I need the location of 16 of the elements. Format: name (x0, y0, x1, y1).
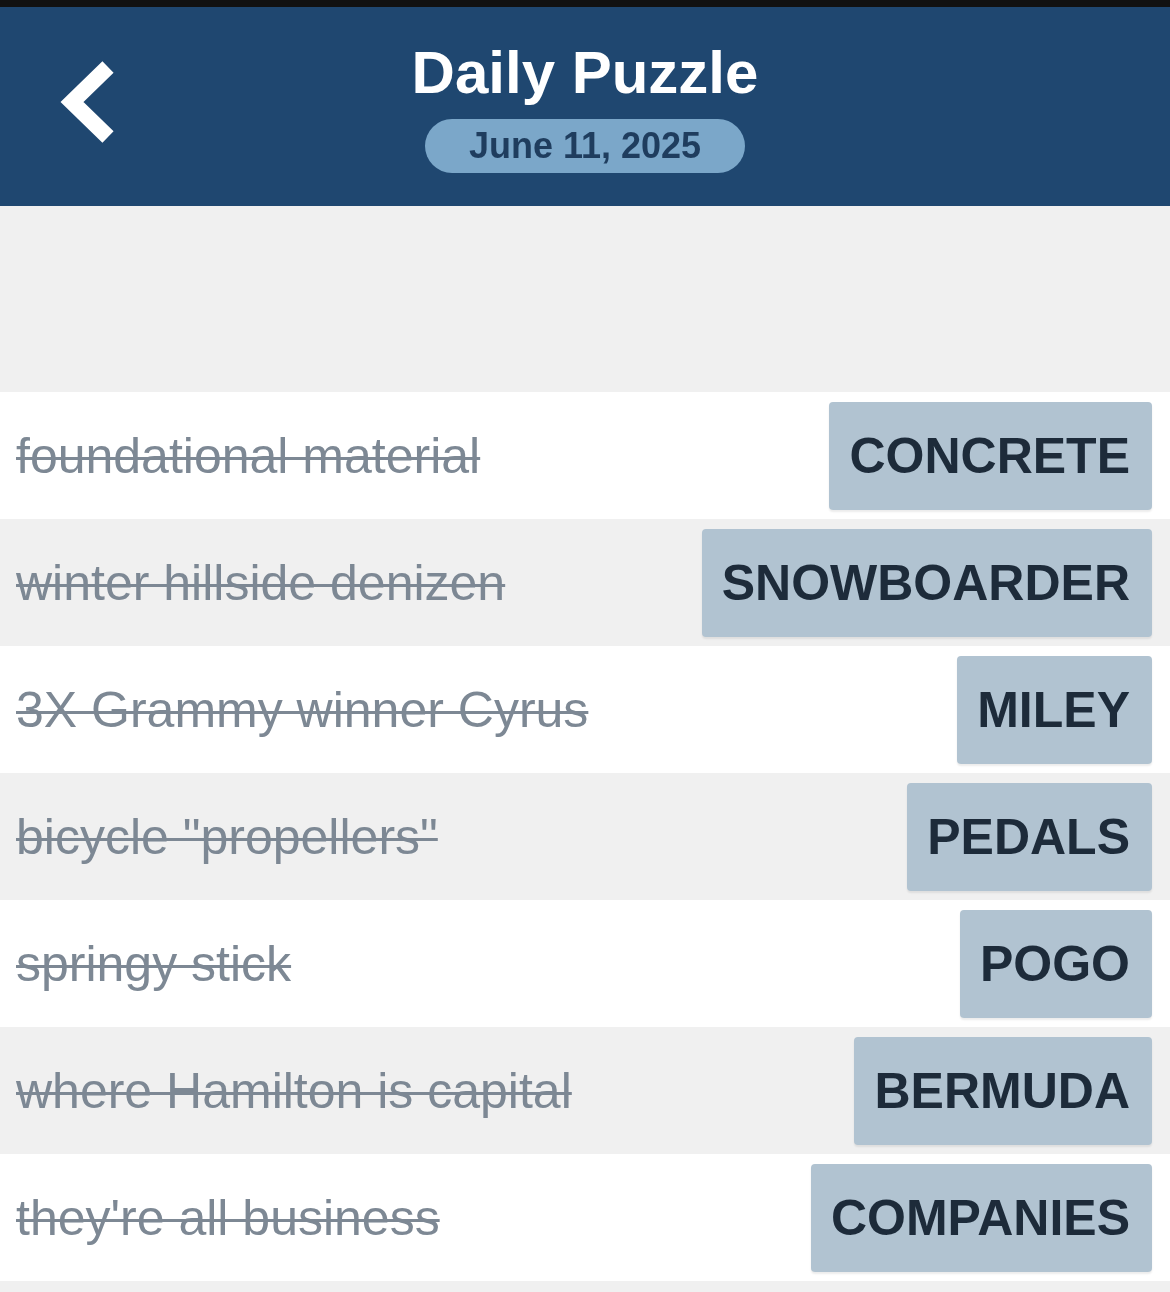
answer-tile: CONCRETE (829, 401, 1152, 510)
clue-text: they're all business (16, 1188, 440, 1247)
clue-text: springy stick (16, 934, 292, 993)
clue-text: bicycle "propellers" (16, 807, 438, 866)
date-badge: June 11, 2025 (424, 119, 746, 173)
clue-text: foundational material (16, 426, 481, 485)
page-title: Daily Puzzle (411, 39, 759, 107)
clue-text: winter hillside denizen (16, 553, 506, 612)
answer-tile: SNOWBOARDER (701, 528, 1152, 637)
answer-tile: POGO (959, 909, 1152, 1018)
answer-tile: PEDALS (907, 782, 1152, 891)
clue-text: 3X Grammy winner Cyrus (16, 680, 589, 739)
answer-tile: MILEY (957, 655, 1152, 764)
answer-tile: BERMUDA (854, 1036, 1152, 1145)
clue-text: where Hamilton is capital (16, 1061, 572, 1120)
answer-tile: COMPANIES (810, 1163, 1152, 1272)
